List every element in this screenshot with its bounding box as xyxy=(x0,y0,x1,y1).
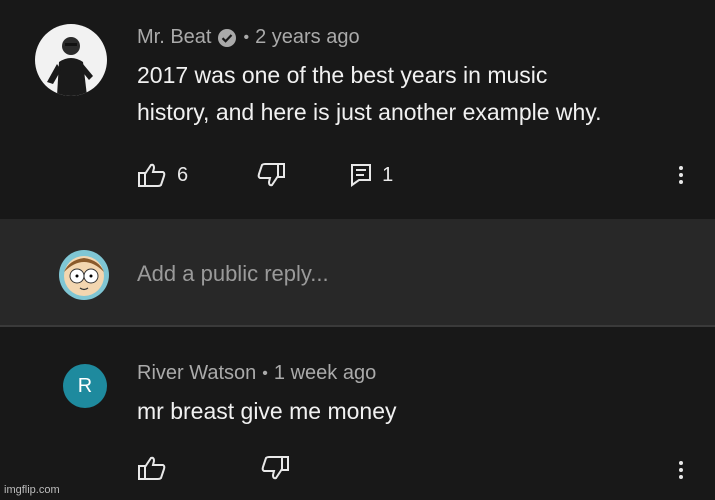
reply-comment-icon[interactable] xyxy=(350,163,372,187)
comment-text-line: history, and here is just another exampl… xyxy=(137,99,602,125)
reply-count[interactable]: 1 xyxy=(382,164,393,187)
user-avatar[interactable] xyxy=(59,250,109,300)
more-options-icon[interactable] xyxy=(678,166,684,187)
comment-text: 2017 was one of the best years in music … xyxy=(137,57,602,131)
person-photo-icon xyxy=(47,37,93,96)
comment-time[interactable]: 2 years ago xyxy=(255,26,360,49)
avatar-letter: R xyxy=(77,374,93,397)
thumbs-up-icon[interactable] xyxy=(137,162,167,188)
thumbs-up-icon[interactable] xyxy=(137,455,167,481)
separator-dot: • xyxy=(243,28,250,46)
reply-box: Add a public reply... xyxy=(0,219,715,327)
more-options-icon[interactable] xyxy=(678,461,684,482)
comment-text-line: 2017 was one of the best years in music xyxy=(137,62,548,88)
reply-author-avatar[interactable]: R xyxy=(63,364,107,408)
author-name[interactable]: Mr. Beat xyxy=(137,26,211,49)
thumbs-down-icon[interactable] xyxy=(256,162,286,188)
cartoon-face-icon xyxy=(64,256,104,296)
like-count: 6 xyxy=(177,163,189,186)
reply-meta: River Watson • 1 week ago xyxy=(137,362,376,385)
reply-input[interactable]: Add a public reply... xyxy=(137,261,329,287)
comment-meta: Mr. Beat • 2 years ago xyxy=(137,26,360,49)
verified-check-icon xyxy=(217,28,237,48)
reply-comment: R River Watson • 1 week ago mr breast gi… xyxy=(0,327,715,500)
reply-text: mr breast give me money xyxy=(137,398,397,424)
comment-thread: Mr. Beat • 2 years ago 2017 was one of t… xyxy=(0,0,715,219)
watermark: imgflip.com xyxy=(4,484,60,496)
author-avatar[interactable] xyxy=(35,24,107,96)
reply-time[interactable]: 1 week ago xyxy=(274,362,376,385)
reply-author-name[interactable]: River Watson xyxy=(137,362,256,385)
thumbs-down-icon[interactable] xyxy=(260,455,290,481)
comment-actions: 6 1 xyxy=(137,162,393,188)
separator-dot: • xyxy=(262,364,268,382)
reply-actions xyxy=(137,455,290,481)
